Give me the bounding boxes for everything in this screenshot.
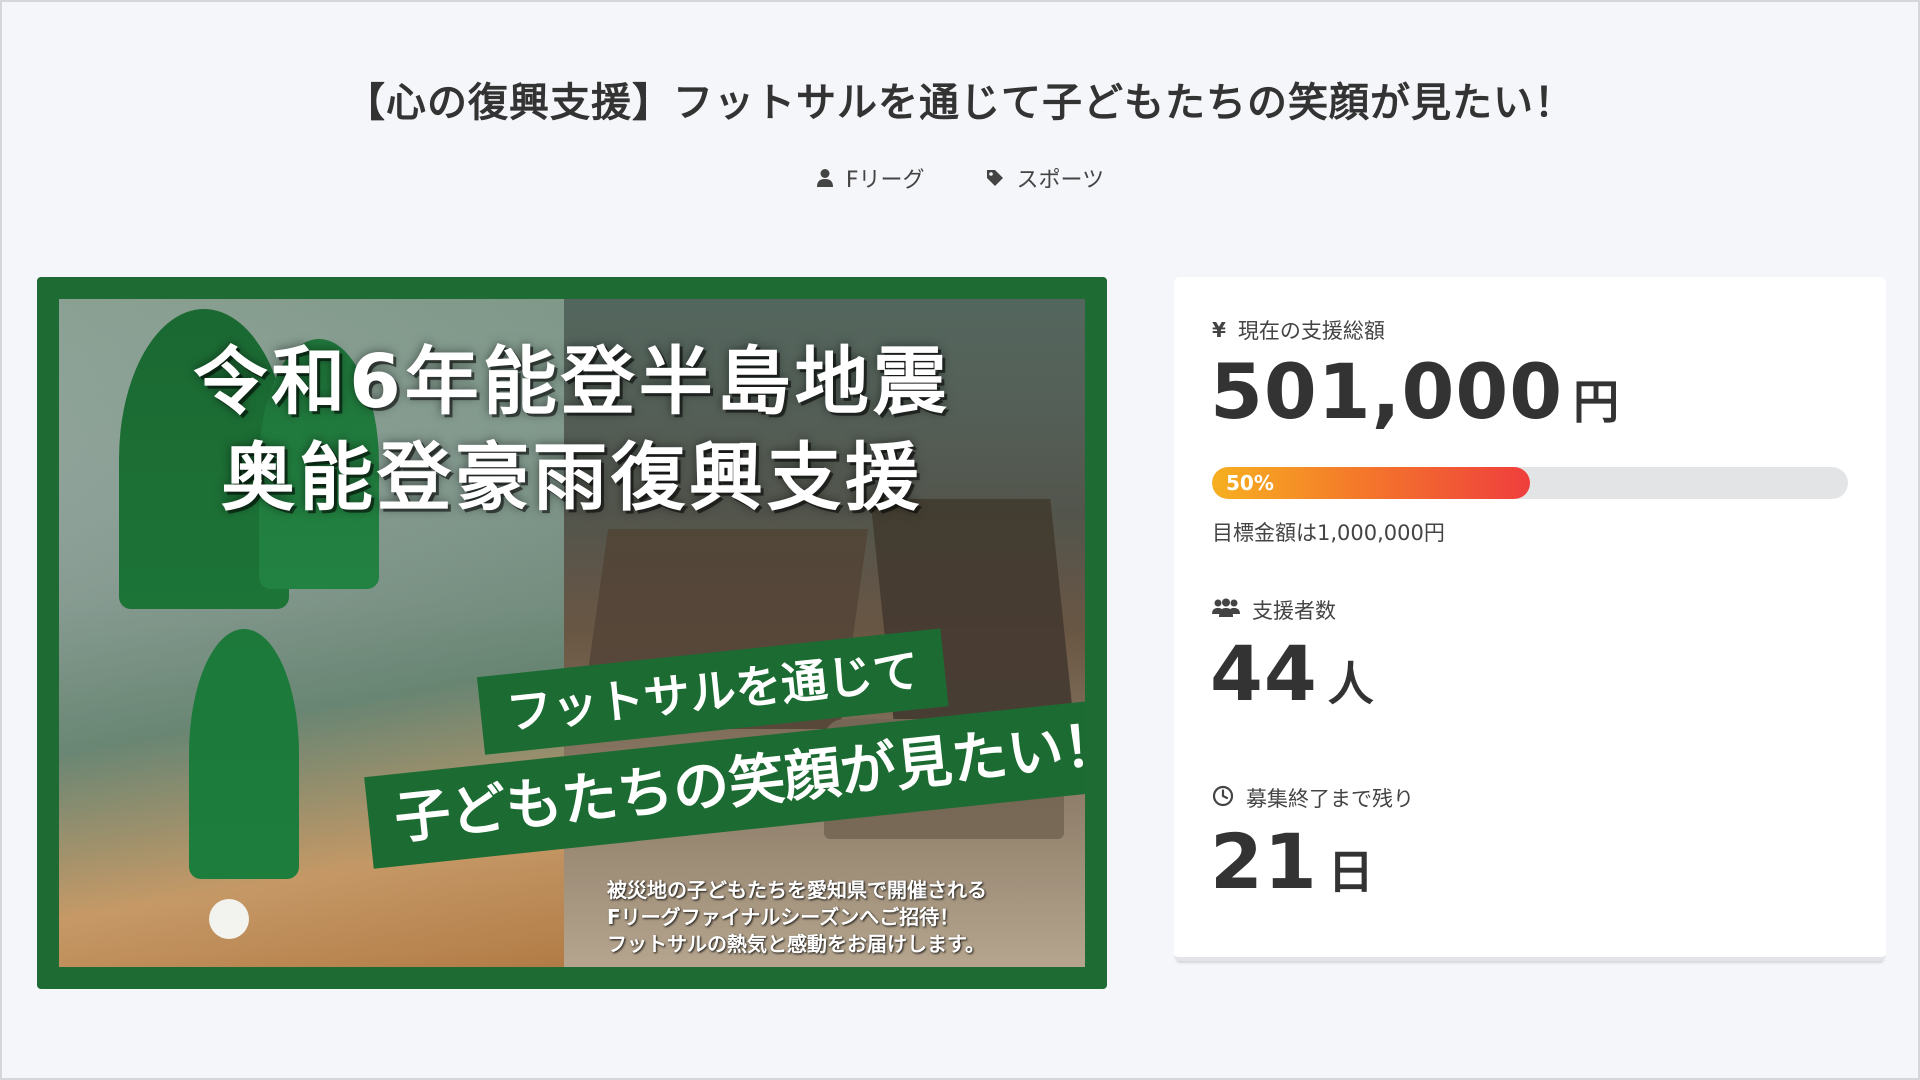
clock-icon	[1212, 785, 1234, 812]
funding-progress-fill: 50%	[1212, 467, 1530, 499]
category-link[interactable]: スポーツ	[985, 162, 1105, 194]
total-amount-unit: 円	[1573, 375, 1620, 429]
banner-caption-line1: 被災地の子どもたちを愛知県で開催される	[607, 878, 987, 902]
page-title: 【心の復興支援】フットサルを通じて子どもたちの笑顔が見たい！	[345, 80, 1575, 126]
tag-icon	[985, 168, 1005, 188]
banner-caption-line2: Fリーグファイナルシーズンへご招待！	[607, 905, 960, 929]
remaining-days: 21 日	[1210, 817, 1374, 906]
banner-headline: 令和6年能登半島地震 奥能登豪雨復興支援	[59, 334, 1085, 526]
remaining-days-value: 21	[1210, 817, 1318, 906]
supporters-label: 支援者数	[1252, 599, 1336, 623]
remaining-label-row: 募集終了まで残り	[1212, 783, 1414, 813]
goal-amount-text: 目標金額は1,000,000円	[1212, 521, 1445, 545]
banner-caption: 被災地の子どもたちを愛知県で開催される Fリーグファイナルシーズンへご招待！ フ…	[607, 877, 1077, 958]
yen-icon: ¥	[1212, 318, 1226, 342]
remaining-days-unit: 日	[1327, 845, 1374, 899]
banner-inner: 令和6年能登半島地震 奥能登豪雨復興支援 フットサルを通じて 子どもたちの笑顔が…	[59, 299, 1085, 967]
users-icon	[1212, 598, 1240, 623]
supporters-count-value: 44	[1210, 629, 1318, 718]
supporters-label-row: 支援者数	[1212, 595, 1336, 625]
page-frame: 【心の復興支援】フットサルを通じて子どもたちの笑顔が見たい！ Fリーグ スポーツ	[0, 0, 1920, 1080]
project-banner-image: 令和6年能登半島地震 奥能登豪雨復興支援 フットサルを通じて 子どもたちの笑顔が…	[37, 277, 1107, 989]
owner-name: Fリーグ	[845, 168, 925, 193]
owner-link[interactable]: Fリーグ	[816, 162, 925, 194]
banner-headline-line1: 令和6年能登半島地震	[193, 339, 951, 425]
total-label-row: ¥ 現在の支援総額	[1212, 315, 1385, 345]
total-label: 現在の支援総額	[1237, 319, 1385, 343]
project-meta: Fリーグ スポーツ	[2, 162, 1918, 194]
funding-stats-card: ¥ 現在の支援総額 501,000 円 50% 目標金額は1,000,000円	[1174, 277, 1886, 961]
supporters-count-unit: 人	[1327, 657, 1374, 711]
banner-caption-line3: フットサルの熱気と感動をお届けします。	[607, 932, 985, 956]
banner-headline-line2: 奥能登豪雨復興支援	[221, 435, 923, 521]
funding-progress-bar: 50%	[1212, 467, 1848, 499]
remaining-label: 募集終了まで残り	[1246, 787, 1414, 811]
supporters-count: 44 人	[1210, 629, 1374, 718]
funding-progress-percent: 50%	[1226, 471, 1274, 495]
user-icon	[816, 168, 834, 188]
total-amount: 501,000 円	[1210, 347, 1619, 436]
category-name: スポーツ	[1016, 168, 1105, 193]
total-amount-value: 501,000	[1210, 347, 1564, 436]
